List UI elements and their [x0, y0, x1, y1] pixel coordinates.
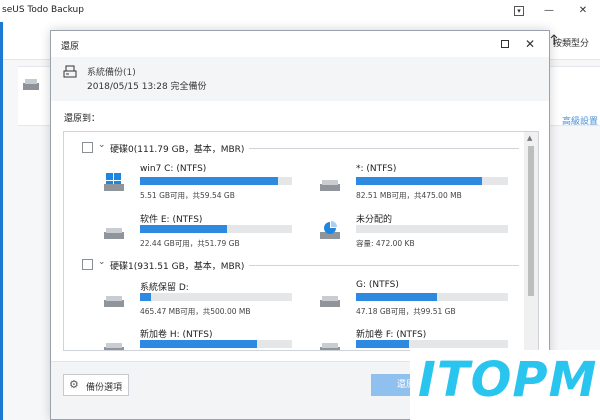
dialog-close-button[interactable]: ✕	[521, 36, 539, 52]
partition-name: *: (NTFS)	[356, 164, 397, 174]
partition-h[interactable]: 新加卷 H: (NTFS)	[104, 327, 314, 350]
partition-name: G: (NTFS)	[356, 280, 399, 290]
usage-bar	[356, 225, 508, 233]
partition-info: 22.44 GB可用，共51.79 GB	[140, 239, 240, 248]
disk-1-checkbox[interactable]	[82, 259, 93, 270]
usage-bar	[140, 293, 292, 301]
divider	[249, 265, 519, 266]
partition-name: 软件 E: (NTFS)	[140, 215, 203, 225]
usage-fill	[140, 340, 258, 348]
app-titlebar: seUS Todo Backup ▾ — ✕	[0, 0, 600, 22]
partition-f[interactable]: 新加卷 F: (NTFS)	[320, 327, 530, 350]
system-backup-icon	[63, 65, 77, 78]
advanced-settings-link[interactable]: 高級設置	[562, 114, 598, 127]
gear-icon: ⚙	[69, 378, 79, 391]
divider	[249, 148, 519, 149]
partition-name: win7 C: (NTFS)	[140, 164, 207, 174]
maximize-icon	[501, 40, 509, 48]
partition-info: 47.18 GB可用，共99.51 GB	[356, 307, 456, 316]
chevron-down-icon[interactable]: ⌄	[98, 140, 106, 150]
partition-name: 新加卷 F: (NTFS)	[356, 330, 427, 340]
scrollbar[interactable]: ▲	[524, 132, 538, 350]
partition-e[interactable]: 软件 E: (NTFS) 22.44 GB可用，共51.79 GB	[104, 212, 314, 258]
drive-icon	[320, 296, 340, 307]
backup-source-summary: 系統備份(1) 2018/05/15 13:28 完全備份	[51, 57, 549, 101]
partition-unallocated[interactable]: 未分配的 容量: 472.00 KB	[320, 212, 530, 258]
usage-bar	[356, 293, 508, 301]
usage-fill	[140, 293, 151, 301]
backup-item-icon	[23, 79, 39, 90]
partition-g[interactable]: G: (NTFS) 47.18 GB可用，共99.51 GB	[320, 280, 530, 326]
watermark: ITOPM	[410, 350, 600, 420]
backup-options-button[interactable]: ⚙ 備份選項	[63, 374, 129, 396]
drive-icon	[104, 228, 124, 239]
dialog-maximize-button[interactable]	[496, 36, 514, 52]
usage-bar	[140, 225, 292, 233]
disk-0-label: 硬碟0(111.79 GB，基本，MBR)	[110, 145, 245, 155]
backup-name: 系統備份(1)	[87, 68, 136, 78]
destination-list: ⌄ 硬碟0(111.79 GB，基本，MBR) win7 C: (NTFS) 5…	[63, 131, 539, 351]
partition-info: 82.51 MB可用，共475.00 MB	[356, 191, 462, 200]
chevron-down-icon[interactable]: ⌄	[98, 257, 106, 267]
disk-0-checkbox[interactable]	[82, 142, 93, 153]
partition-name: 系統保留 D:	[140, 283, 189, 293]
disk-1-label: 硬碟1(931.51 GB，基本，MBR)	[110, 262, 245, 272]
partition-info: 容量: 472.00 KB	[356, 239, 415, 248]
drive-icon	[104, 296, 124, 307]
drive-icon	[320, 180, 340, 191]
scroll-up-arrow-icon[interactable]: ▲	[527, 134, 532, 142]
partition-name: 新加卷 H: (NTFS)	[140, 330, 213, 340]
app-side-accent	[0, 22, 3, 420]
partition-name: 未分配的	[356, 215, 393, 225]
usage-fill	[356, 340, 410, 348]
usage-fill	[140, 177, 279, 185]
usage-fill	[356, 177, 483, 185]
scroll-thumb[interactable]	[528, 146, 534, 296]
backup-options-label: 備份選項	[86, 383, 123, 393]
partition-star[interactable]: *: (NTFS) 82.51 MB可用，共475.00 MB	[320, 164, 530, 210]
usage-bar	[356, 177, 508, 185]
unallocated-drive-icon	[320, 221, 340, 239]
usage-fill	[356, 293, 437, 301]
restore-to-label: 還原到：	[64, 114, 101, 124]
backup-timestamp: 2018/05/15 13:28 完全備份	[87, 82, 207, 92]
partition-info: 5.51 GB可用，共59.54 GB	[140, 191, 235, 200]
app-close-button[interactable]: ✕	[572, 3, 594, 19]
partition-d[interactable]: 系統保留 D: 465.47 MB可用，共500.00 MB	[104, 280, 314, 326]
usage-bar	[140, 340, 292, 348]
app-title: seUS Todo Backup	[2, 5, 84, 15]
app-menu-button[interactable]: ▾	[514, 6, 524, 16]
windows-drive-icon	[104, 173, 124, 191]
partition-c[interactable]: win7 C: (NTFS) 5.51 GB可用，共59.54 GB	[104, 164, 314, 210]
drive-icon	[320, 343, 340, 350]
usage-fill	[140, 225, 227, 233]
drive-icon	[104, 343, 124, 350]
watermark-logo: ITOPM	[418, 352, 598, 408]
usage-bar	[356, 340, 508, 348]
partition-info: 465.47 MB可用，共500.00 MB	[140, 307, 251, 316]
app-minimize-button[interactable]: —	[538, 3, 560, 19]
sort-by-type-button[interactable]: 按類型分	[553, 36, 589, 49]
dialog-title: 還原	[61, 42, 80, 52]
usage-bar	[140, 177, 292, 185]
